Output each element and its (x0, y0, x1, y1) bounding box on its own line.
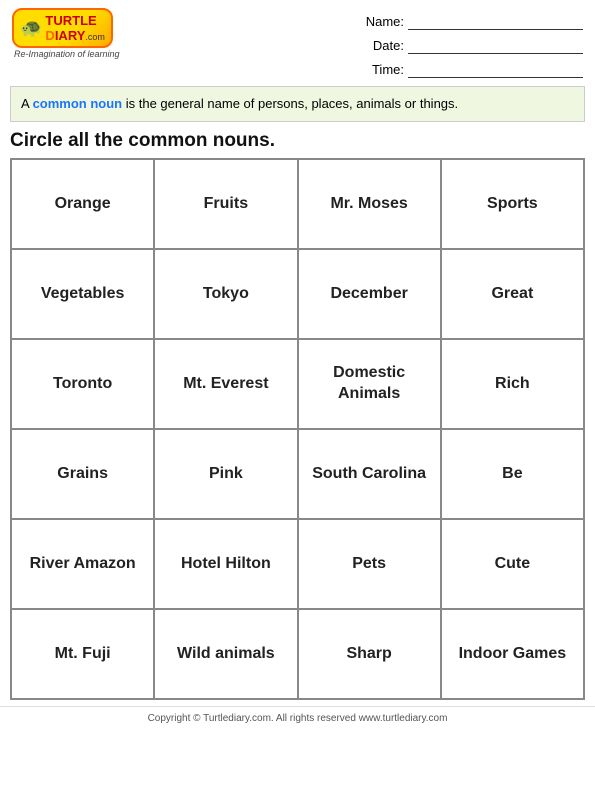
table-cell[interactable]: Vegetables (11, 249, 154, 339)
name-row: Name: (359, 12, 583, 30)
table-cell[interactable]: Rich (441, 339, 584, 429)
info-prefix: A (21, 96, 33, 111)
logo-subtitle: Re-Imagination of learning (14, 49, 120, 59)
table-cell[interactable]: Indoor Games (441, 609, 584, 699)
turtle-icon: 🐢 (20, 18, 42, 39)
name-label: Name: (359, 14, 404, 29)
table-cell[interactable]: Hotel Hilton (154, 519, 297, 609)
table-cell[interactable]: Pets (298, 519, 441, 609)
table-cell[interactable]: Mt. Fuji (11, 609, 154, 699)
table-cell[interactable]: Pink (154, 429, 297, 519)
logo-area: 🐢 TURTLE DIARY.com Re-Imagination of lea… (12, 8, 120, 59)
noun-table: OrangeFruitsMr. MosesSports VegetablesTok… (10, 158, 585, 700)
table-cell[interactable]: Grains (11, 429, 154, 519)
table-cell[interactable]: Great (441, 249, 584, 339)
info-box: A common noun is the general name of per… (10, 86, 585, 122)
table-cell[interactable]: Sports (441, 159, 584, 249)
info-highlight: common noun (33, 96, 123, 111)
time-input[interactable] (408, 60, 583, 78)
table-cell[interactable]: Mt. Everest (154, 339, 297, 429)
info-suffix: is the general name of persons, places, … (122, 96, 458, 111)
table-cell[interactable]: Mr. Moses (298, 159, 441, 249)
logo-badge: 🐢 TURTLE DIARY.com (12, 8, 113, 48)
footer: Copyright © Turtlediary.com. All rights … (0, 706, 595, 730)
header: 🐢 TURTLE DIARY.com Re-Imagination of lea… (0, 0, 595, 82)
brand-name: TURTLE DIARY.com (45, 13, 104, 43)
table-cell[interactable]: South Carolina (298, 429, 441, 519)
instruction: Circle all the common nouns. (10, 130, 585, 152)
name-input[interactable] (408, 12, 583, 30)
table-cell[interactable]: December (298, 249, 441, 339)
table-cell[interactable]: Tokyo (154, 249, 297, 339)
time-row: Time: (359, 60, 583, 78)
form-fields: Name: Date: Time: (359, 8, 583, 78)
date-row: Date: (359, 36, 583, 54)
table-cell[interactable]: Orange (11, 159, 154, 249)
date-label: Date: (359, 38, 404, 53)
table-cell[interactable]: River Amazon (11, 519, 154, 609)
table-cell[interactable]: Cute (441, 519, 584, 609)
table-cell[interactable]: Fruits (154, 159, 297, 249)
table-cell[interactable]: Be (441, 429, 584, 519)
date-input[interactable] (408, 36, 583, 54)
time-label: Time: (359, 62, 404, 77)
table-cell[interactable]: Sharp (298, 609, 441, 699)
table-cell[interactable]: Wild animals (154, 609, 297, 699)
table-cell[interactable]: Domestic Animals (298, 339, 441, 429)
table-cell[interactable]: Toronto (11, 339, 154, 429)
